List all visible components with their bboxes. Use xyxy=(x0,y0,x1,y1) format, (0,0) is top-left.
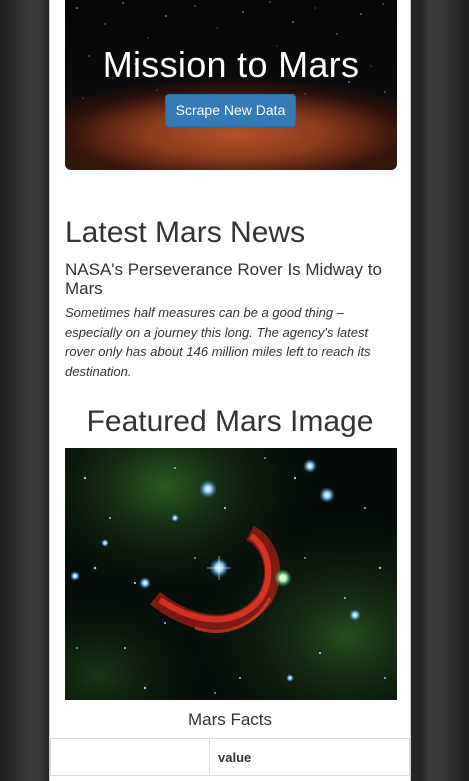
page-container: Mission to Mars Scrape New Data Latest M… xyxy=(49,0,411,781)
featured-image-heading: Featured Mars Image xyxy=(86,405,374,438)
table-header-cell-value: value xyxy=(209,738,410,776)
news-title: NASA's Perseverance Rover Is Midway to M… xyxy=(65,260,382,298)
mars-facts-caption: Mars Facts xyxy=(187,710,273,729)
news-teaser: Sometimes half measures can be a good th… xyxy=(65,305,371,379)
jumbotron-hero: Mission to Mars Scrape New Data xyxy=(65,0,397,170)
table-header-row: value xyxy=(50,738,410,776)
table-header-cell-blank xyxy=(50,738,210,776)
latest-news-heading: Latest Mars News xyxy=(65,216,306,249)
featured-image-graphic xyxy=(65,448,397,700)
mars-facts-table: value xyxy=(50,738,410,776)
page-title: Mission to Mars xyxy=(102,44,360,85)
featured-mars-image xyxy=(65,448,397,700)
scrape-new-data-button[interactable]: Scrape New Data xyxy=(165,94,296,127)
